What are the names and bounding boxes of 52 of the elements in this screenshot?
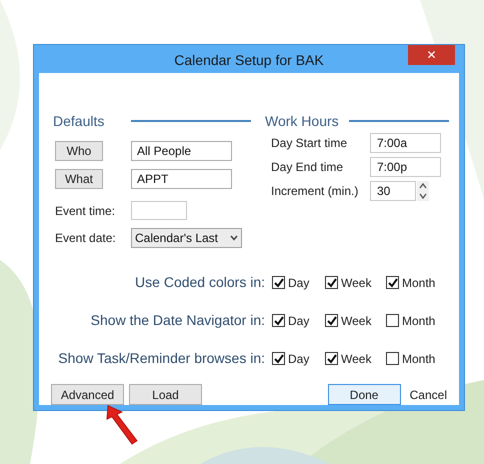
checkbox-label: Week [341,312,372,330]
spinner-arrows-icon[interactable] [417,181,429,201]
option-label: Use Coded colors in: [134,273,266,292]
field-label: Event date: [55,230,117,247]
checkbox[interactable] [325,276,338,289]
input-field[interactable]: 7:00p [370,157,441,177]
checkmark-icon [326,316,336,326]
field-label: Increment (min.) [271,183,360,200]
input-field[interactable]: All People [131,141,232,161]
checkbox[interactable] [272,276,285,289]
checkbox[interactable] [386,352,399,365]
checkbox-label: Week [341,350,372,368]
input-field[interactable] [131,201,187,220]
field-label: Day End time [271,159,344,176]
field-label: Event time: [55,202,116,220]
checkbox[interactable] [386,314,399,327]
cancel-button[interactable]: Cancel [408,384,449,405]
checkmark-icon [274,316,284,326]
checkmark-icon [388,278,398,288]
chevron-down-icon [230,235,238,241]
checkbox-label: Day [288,350,310,368]
close-button[interactable]: ✕ [408,45,455,65]
checkbox[interactable] [325,314,338,327]
checkbox-label: Day [288,312,310,330]
checkmark-icon [274,354,284,364]
checkbox[interactable] [272,352,285,365]
done-button[interactable]: Done [328,384,401,405]
section-heading: Defaults [53,112,106,130]
checkbox[interactable] [386,276,399,289]
action-button[interactable]: Load [129,384,202,405]
checkbox-label: Week [341,274,372,292]
option-label: Show the Date Navigator in: [90,311,266,330]
checkbox[interactable] [325,352,338,365]
checkmark-icon [326,354,336,364]
input-field[interactable]: APPT [131,169,232,189]
dropdown[interactable]: Calendar's Last [131,228,242,248]
field-label: Day Start time [271,135,348,152]
checkbox[interactable] [272,314,285,327]
option-label: Show Task/Reminder browses in: [57,349,266,368]
checkbox-label: Day [288,274,310,292]
section-heading: Work Hours [265,112,340,130]
checkmark-icon [326,278,336,288]
input-field[interactable]: 30 [370,181,416,201]
checkbox-label: Month [402,274,436,292]
checkmark-icon [274,278,284,288]
input-field[interactable]: 7:00a [370,133,441,153]
checkbox-label: Month [402,312,436,330]
window-title: Calendar Setup for BAK [174,50,324,70]
picker-button[interactable]: What [55,169,103,189]
picker-button[interactable]: Who [55,141,103,161]
checkbox-label: Month [402,350,436,368]
action-button[interactable]: Advanced [51,384,124,405]
